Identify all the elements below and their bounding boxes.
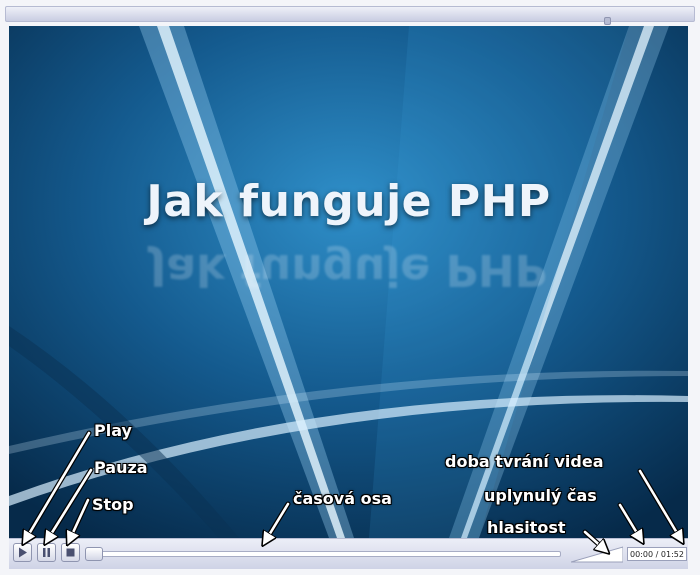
pause-icon <box>43 548 50 557</box>
pause-button[interactable] <box>37 543 56 562</box>
annotation-duration: doba tvrání videa <box>445 452 604 471</box>
timeline-scrubber[interactable] <box>85 547 103 561</box>
stop-icon <box>66 548 75 557</box>
annotation-pause: Pauza <box>94 458 148 477</box>
volume-thumb[interactable] <box>604 17 611 25</box>
video-title-reflection: Jak funguje PHP <box>150 244 547 295</box>
stop-button[interactable] <box>61 543 80 562</box>
annotation-timeline: časová osa <box>293 489 392 508</box>
time-display: 00:00 / 01:52 <box>627 547 687 561</box>
play-button[interactable] <box>13 543 32 562</box>
annotation-play: Play <box>94 421 132 440</box>
volume-slider[interactable] <box>571 545 623 563</box>
annotation-volume: hlasitost <box>487 518 566 537</box>
control-bar: 00:00 / 01:52 <box>9 538 688 569</box>
player-top-bar <box>5 6 695 22</box>
video-title: Jak funguje PHP <box>146 176 551 227</box>
annotation-stop: Stop <box>92 495 134 514</box>
play-icon <box>19 547 27 558</box>
annotation-elapsed: uplynulý čas <box>484 486 597 505</box>
video-player: Jak funguje PHP Jak funguje PHP 00:00 / … <box>0 0 700 575</box>
timeline-track[interactable] <box>85 547 561 561</box>
